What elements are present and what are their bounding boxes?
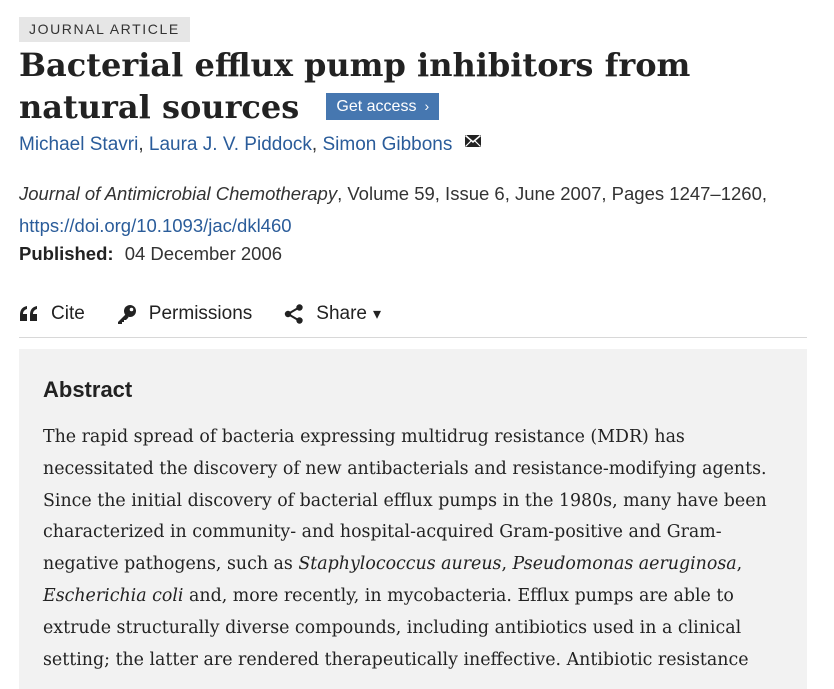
abstract-separator: , (736, 554, 743, 575)
published-date: Published: 04 December 2006 (19, 240, 282, 268)
article-title: Bacterial efflux pump inhibitors from na… (19, 44, 799, 128)
species-name: Pseudomonas aeruginosa (512, 554, 737, 575)
abstract-text: The rapid spread of bacteria expressing … (43, 422, 793, 676)
chevron-right-icon: › (424, 98, 430, 114)
author-list: Michael Stavri, Laura J. V. Piddock, Sim… (19, 132, 482, 158)
abstract-separator: , (501, 554, 513, 575)
get-access-label: Get access (336, 98, 417, 115)
journal-name: Journal of Antimicrobial Chemotherapy (19, 183, 338, 204)
article-type-badge: JOURNAL ARTICLE (19, 17, 190, 42)
article-toolbar: Cite Permissions Share ▾ (19, 300, 413, 328)
author-link[interactable]: Simon Gibbons (322, 134, 452, 155)
chevron-down-icon: ▾ (372, 306, 382, 323)
author-separator: , (138, 134, 149, 156)
citation: Journal of Antimicrobial Chemotherapy, V… (19, 178, 819, 242)
quote-icon (20, 306, 37, 321)
mail-icon[interactable] (464, 130, 482, 156)
share-icon (285, 304, 303, 324)
published-label: Published: (19, 243, 114, 264)
author-link[interactable]: Laura J. V. Piddock (149, 134, 312, 155)
abstract-section: Abstract The rapid spread of bacteria ex… (19, 349, 807, 689)
doi-link[interactable]: https://doi.org/10.1093/jac/dkl460 (19, 215, 292, 236)
permissions-label: Permissions (148, 303, 253, 324)
cite-button[interactable]: Cite (19, 303, 85, 325)
share-button[interactable]: Share ▾ (284, 303, 381, 325)
species-name: Staphylococcus aureus (298, 554, 502, 575)
toolbar-divider (19, 337, 807, 338)
citation-details: , Volume 59, Issue 6, June 2007, Pages 1… (337, 183, 768, 204)
permissions-button[interactable]: Permissions (117, 303, 252, 325)
get-access-button[interactable]: Get access › (326, 93, 440, 120)
abstract-text-part: The rapid spread of bacteria expressing … (43, 427, 767, 575)
key-icon (117, 305, 136, 324)
published-value: 04 December 2006 (124, 243, 283, 264)
author-link[interactable]: Michael Stavri (19, 134, 138, 155)
abstract-heading: Abstract (43, 377, 133, 402)
share-label: Share (316, 303, 367, 324)
cite-label: Cite (51, 303, 85, 324)
species-name: Escherichia coli (43, 585, 184, 606)
author-separator: , (311, 134, 323, 156)
